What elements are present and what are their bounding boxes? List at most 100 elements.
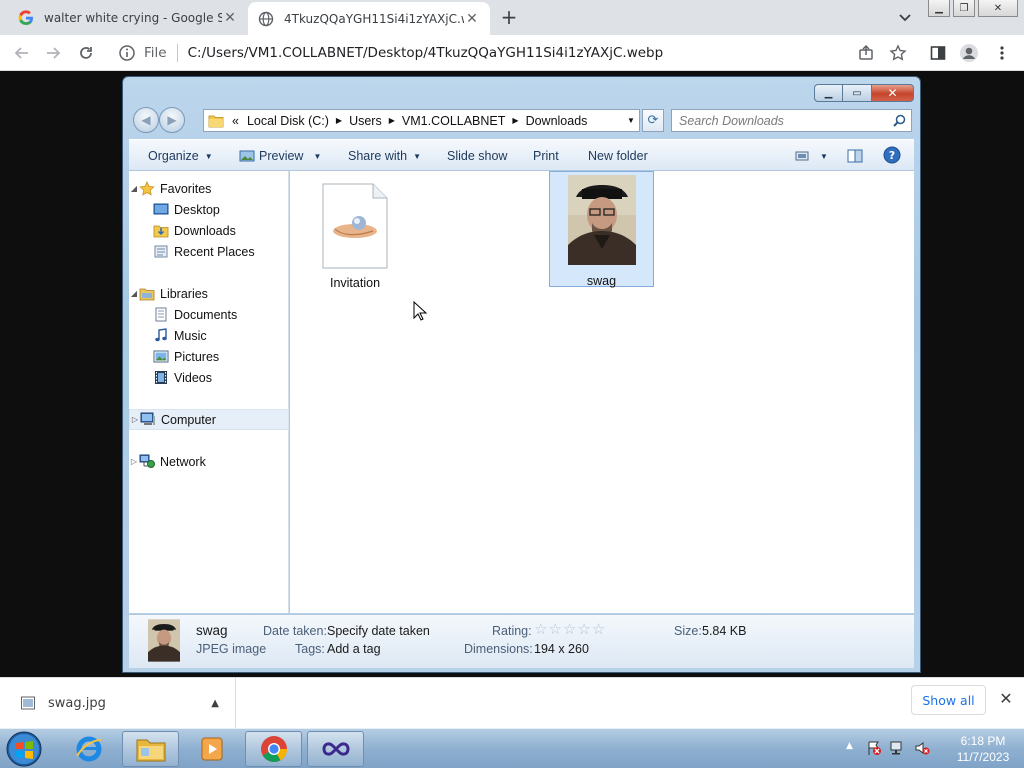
visual-studio-icon[interactable] — [307, 731, 364, 767]
chevron-up-icon[interactable]: ▲ — [211, 698, 219, 709]
tags-value[interactable]: Add a tag — [327, 642, 381, 656]
nav-item-computer[interactable]: ▷ Computer — [129, 409, 289, 430]
action-center-flag-icon[interactable] — [866, 740, 882, 759]
breadcrumb-downloads[interactable]: Downloads — [526, 114, 588, 128]
breadcrumb-overflow[interactable]: « — [232, 114, 239, 128]
start-orb-icon[interactable] — [4, 730, 44, 768]
explorer-back-button[interactable]: ◀ — [133, 107, 159, 133]
network-status-icon[interactable] — [890, 740, 906, 759]
date-taken-label: Date taken: — [263, 624, 327, 638]
rating-star-icon[interactable]: ☆ — [592, 620, 605, 638]
date-taken-value[interactable]: Specify date taken — [327, 624, 430, 638]
show-all-button[interactable]: Show all — [911, 685, 986, 715]
chrome-icon[interactable] — [245, 731, 302, 767]
nav-item-libraries[interactable]: ◢ Libraries — [129, 283, 289, 304]
globe-icon — [258, 11, 274, 27]
breadcrumb-separator-icon[interactable]: ▶ — [336, 116, 342, 125]
explorer-address-bar[interactable]: « Local Disk (C:) ▶ Users ▶ VM1.COLLABNE… — [203, 109, 640, 132]
change-view-button[interactable]: ▼ — [794, 140, 828, 172]
nav-item-downloads[interactable]: Downloads — [129, 220, 289, 241]
breadcrumb-separator-icon[interactable]: ▶ — [389, 116, 395, 125]
nav-item-music[interactable]: Music — [129, 325, 289, 346]
file-item-swag[interactable]: swag — [549, 171, 654, 288]
share-icon[interactable] — [854, 41, 878, 65]
close-shelf-icon[interactable]: ✕ — [996, 689, 1016, 709]
nav-item-videos[interactable]: Videos — [129, 367, 289, 388]
new-folder-button[interactable]: New folder — [588, 140, 648, 172]
explorer-maximize-button[interactable]: ▭ — [843, 84, 872, 102]
tab-close-icon[interactable]: ✕ — [222, 10, 238, 26]
explorer-forward-button[interactable]: ▶ — [159, 107, 185, 133]
forward-arrow-icon[interactable] — [41, 41, 65, 65]
file-item-invitation[interactable]: Invitation — [320, 183, 390, 293]
media-player-icon[interactable] — [183, 731, 240, 767]
rating-star-icon[interactable]: ☆ — [563, 620, 576, 638]
system-tray: ▲ 6:18 PM 11/7/2023 — [840, 729, 1024, 768]
taskbar-clock[interactable]: 6:18 PM 11/7/2023 — [948, 733, 1018, 765]
breadcrumb-local-disk[interactable]: Local Disk (C:) — [247, 114, 329, 128]
window-minimize-button[interactable]: ▁ — [928, 0, 950, 17]
slide-show-button[interactable]: Slide show — [447, 140, 507, 172]
rating-star-icon[interactable]: ☆ — [534, 620, 547, 638]
breadcrumb-user-folder[interactable]: VM1.COLLABNET — [402, 114, 506, 128]
explorer-refresh-button[interactable]: ⟳ — [642, 109, 664, 132]
explorer-close-button[interactable]: ✕ — [872, 84, 914, 102]
address-dropdown-icon[interactable]: ▼ — [623, 116, 639, 125]
search-icon[interactable] — [893, 114, 906, 127]
menu-kebab-icon[interactable] — [990, 41, 1014, 65]
tab-close-icon[interactable]: ✕ — [464, 11, 480, 27]
download-item[interactable]: swag.jpg ▲ — [0, 678, 236, 728]
help-button[interactable]: ? — [883, 140, 901, 172]
libraries-icon — [139, 286, 155, 301]
clock-time: 6:18 PM — [960, 734, 1006, 748]
explorer-search-input[interactable]: Search Downloads — [671, 109, 912, 132]
new-tab-button[interactable]: + — [498, 6, 520, 28]
nav-item-desktop[interactable]: Desktop — [129, 199, 289, 220]
window-restore-button[interactable]: ❐ — [953, 0, 975, 17]
rating-star-icon[interactable]: ☆ — [548, 620, 561, 638]
nav-item-favorites[interactable]: ◢ Favorites — [129, 178, 289, 199]
clock-date: 11/7/2023 — [956, 750, 1010, 764]
print-button[interactable]: Print — [533, 140, 559, 172]
slide-show-label: Slide show — [447, 149, 508, 163]
expand-triangle-icon[interactable]: ▷ — [129, 457, 139, 466]
expand-triangle-icon[interactable]: ▷ — [130, 415, 140, 424]
tab-google-search[interactable]: walter white crying - Google Search ✕ — [8, 0, 248, 35]
expand-triangle-icon[interactable]: ◢ — [129, 184, 139, 193]
expand-triangle-icon[interactable]: ◢ — [129, 289, 139, 298]
ie-icon[interactable] — [60, 731, 117, 767]
preview-pane-button[interactable] — [847, 140, 867, 172]
rating-star-icon[interactable]: ☆ — [577, 620, 590, 638]
nav-item-documents[interactable]: Documents — [129, 304, 289, 325]
explorer-minimize-button[interactable]: ▁ — [814, 84, 843, 102]
breadcrumb-users[interactable]: Users — [349, 114, 382, 128]
window-close-button[interactable]: ✕ — [978, 0, 1018, 17]
share-with-label: Share with — [348, 149, 408, 163]
file-label: swag — [586, 274, 617, 288]
address-bar[interactable]: File C:/Users/VM1.COLLABNET/Desktop/4Tku… — [110, 39, 890, 67]
breadcrumb-separator-icon[interactable]: ▶ — [512, 116, 518, 125]
volume-muted-icon[interactable] — [914, 740, 930, 759]
tab-search-chevron-icon[interactable] — [896, 8, 914, 26]
back-arrow-icon[interactable] — [10, 41, 34, 65]
rating-stars[interactable]: ☆☆☆☆☆ — [534, 620, 606, 638]
film-strip-icon — [153, 370, 169, 385]
nav-item-pictures[interactable]: Pictures — [129, 346, 289, 367]
explorer-icon[interactable] — [122, 731, 179, 767]
share-with-menu[interactable]: Share with ▼ — [348, 140, 421, 172]
mouse-cursor-icon — [413, 300, 428, 321]
reload-icon[interactable] — [74, 41, 98, 65]
side-panel-icon[interactable] — [926, 41, 950, 65]
show-hidden-icons-icon[interactable]: ▲ — [846, 741, 853, 751]
bookmark-star-icon[interactable] — [886, 41, 910, 65]
info-icon[interactable] — [118, 44, 136, 62]
organize-menu[interactable]: Organize ▼ — [148, 140, 213, 172]
preview-menu[interactable]: Preview ▼ — [239, 140, 321, 172]
profile-avatar-icon[interactable] — [957, 41, 981, 65]
nav-item-recent-places[interactable]: Recent Places — [129, 241, 289, 262]
details-file-type: JPEG image — [196, 642, 267, 656]
tab-webp-file[interactable]: 4TkuzQQaYGH11Si4i1zYAXjC.webp ✕ — [248, 2, 490, 35]
nav-item-network[interactable]: ▷ Network — [129, 451, 289, 472]
browser-tabstrip: walter white crying - Google Search ✕ 4T… — [0, 0, 1024, 35]
windows-taskbar: ▲ 6:18 PM 11/7/2023 — [0, 728, 1024, 768]
